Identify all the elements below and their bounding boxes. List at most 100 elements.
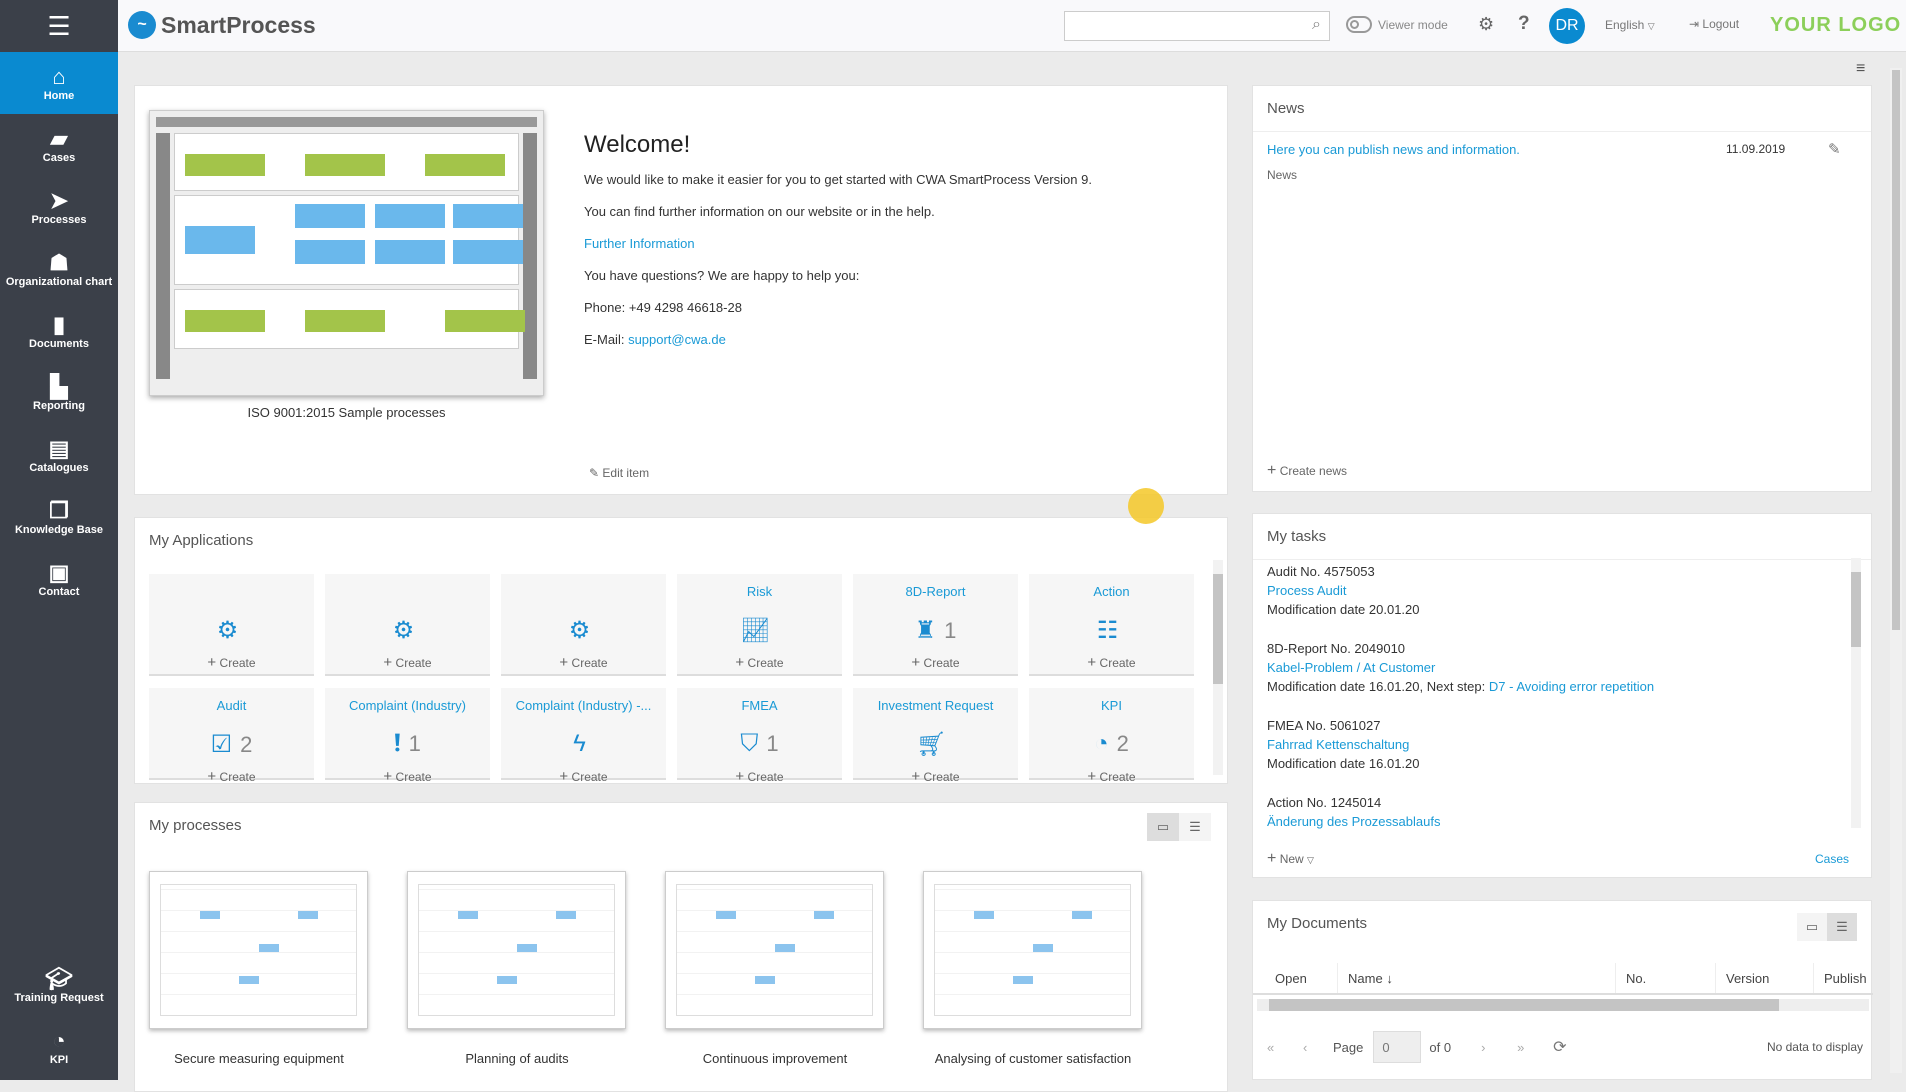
create-button[interactable]: + Create (677, 654, 842, 671)
app-tile[interactable]: Risk 📈︎ + Create (677, 574, 842, 676)
app-tile-title[interactable] (325, 584, 490, 604)
applications-scrollbar[interactable] (1213, 560, 1223, 775)
image-view-icon[interactable]: ▭ (1147, 813, 1179, 841)
news-item-link[interactable]: Here you can publish news and informatio… (1267, 142, 1520, 157)
task-link[interactable]: Änderung des Prozessablaufs (1267, 812, 1837, 831)
task-link[interactable]: Fahrrad Kettenschaltung (1267, 735, 1837, 754)
process-thumbnail[interactable] (665, 871, 884, 1029)
app-tile-count[interactable]: 2 (240, 732, 252, 757)
menu-icon[interactable]: ☰ (0, 0, 118, 52)
app-tile-title[interactable]: KPI (1029, 698, 1194, 718)
app-tile[interactable]: KPI ◔ 2 + Create (1029, 688, 1194, 783)
app-tile-title[interactable]: Complaint (Industry) -... (501, 698, 666, 718)
app-tile-count[interactable]: 1 (409, 731, 421, 756)
app-tile[interactable]: ⚙ + Create (325, 574, 490, 676)
app-tile-title[interactable] (501, 584, 666, 604)
sidebar-item-cases[interactable]: ▰ Cases (0, 114, 118, 176)
sidebar-item-processes[interactable]: ➤ Processes (0, 176, 118, 238)
sidebar-item-knowledge-base[interactable]: ❐ Knowledge Base (0, 486, 118, 548)
page-scrollbar[interactable] (1890, 68, 1902, 1073)
create-button[interactable]: + Create (501, 768, 666, 783)
app-tile-count[interactable]: 2 (1117, 731, 1129, 756)
task-link[interactable]: Kabel-Problem / At Customer (1267, 658, 1837, 677)
refresh-icon[interactable]: ⟳ (1553, 1037, 1566, 1057)
language-select[interactable]: English ▽ (1605, 18, 1655, 32)
further-information-link[interactable]: Further Information (584, 236, 695, 251)
next-step-link[interactable]: D7 - Avoiding error repetition (1489, 679, 1654, 694)
logout-button[interactable]: ⇥ Logout (1689, 17, 1739, 31)
sidebar-item-organizational-chart[interactable]: ☗ Organizational chart (0, 238, 118, 300)
search-input[interactable]: ⌕ (1064, 11, 1330, 41)
column-header-name[interactable]: Name ↓ (1338, 963, 1616, 993)
avatar[interactable]: DR (1549, 8, 1585, 44)
app-tile-title[interactable]: Investment Request (853, 698, 1018, 718)
create-button[interactable]: + Create (501, 654, 666, 671)
list-view-icon[interactable]: ☰ (1827, 913, 1857, 941)
app-tile-count[interactable]: 1 (766, 731, 778, 756)
process-caption[interactable]: Secure measuring equipment (129, 1051, 389, 1066)
help-icon[interactable]: ? (1518, 13, 1530, 35)
app-tile[interactable]: Investment Request 🛒︎ + Create (853, 688, 1018, 783)
app-tile-title[interactable]: Complaint (Industry) (325, 698, 490, 718)
sidebar-item-kpi[interactable]: ◔ KPI (0, 1016, 118, 1078)
sidebar-item-reporting[interactable]: ▙ Reporting (0, 362, 118, 424)
app-tile[interactable]: ⚙ + Create (501, 574, 666, 676)
sidebar-item-training-request[interactable]: 🎓︎ Training Request (0, 954, 118, 1016)
viewer-mode-toggle[interactable]: Viewer mode (1346, 16, 1448, 33)
app-tile[interactable]: Action ☷ + Create (1029, 574, 1194, 676)
page-input[interactable]: 0 (1373, 1031, 1422, 1063)
pencil-icon[interactable]: ✎ (1828, 140, 1841, 158)
process-thumbnail[interactable] (149, 871, 368, 1029)
process-thumbnail[interactable] (407, 871, 626, 1029)
cases-link[interactable]: Cases (1815, 852, 1849, 866)
app-tile-title[interactable]: FMEA (677, 698, 842, 718)
process-thumbnail[interactable] (923, 871, 1142, 1029)
create-news-button[interactable]: + Create news (1267, 462, 1347, 480)
app-logo[interactable]: ~ SmartProcess (128, 11, 316, 39)
app-tile[interactable]: ⚙ + Create (149, 574, 314, 676)
sidebar-item-home[interactable]: ⌂ Home (0, 52, 118, 114)
create-button[interactable]: + Create (677, 768, 842, 783)
app-tile[interactable]: Complaint (Industry) ❗︎ 1 + Create (325, 688, 490, 783)
process-caption[interactable]: Planning of audits (387, 1051, 647, 1066)
app-tile-title[interactable]: Audit (149, 698, 314, 718)
dashboard-menu-icon[interactable]: ≡ (1856, 60, 1865, 78)
sidebar-item-catalogues[interactable]: ▤ Catalogues (0, 424, 118, 486)
sidebar-item-documents[interactable]: ▮ Documents (0, 300, 118, 362)
column-header-no[interactable]: No. (1616, 963, 1716, 993)
create-button[interactable]: + Create (853, 654, 1018, 671)
app-tile-title[interactable]: Risk (677, 584, 842, 604)
create-button[interactable]: + Create (149, 768, 314, 783)
app-tile-count[interactable]: 1 (944, 618, 956, 643)
first-page-icon[interactable]: « (1267, 1040, 1303, 1055)
create-button[interactable]: + Create (853, 768, 1018, 783)
email-link[interactable]: support@cwa.de (628, 332, 726, 347)
sidebar-item-contact[interactable]: ▣ Contact (0, 548, 118, 610)
app-tile[interactable]: Audit ☑ 2 + Create (149, 688, 314, 783)
search-icon[interactable]: ⌕ (1312, 16, 1321, 34)
column-header-open[interactable]: Open (1253, 963, 1338, 993)
create-button[interactable]: + Create (1029, 654, 1194, 671)
horizontal-scrollbar[interactable] (1257, 999, 1869, 1011)
new-task-button[interactable]: + New ▽ (1267, 850, 1314, 868)
prev-page-icon[interactable]: ‹ (1303, 1040, 1333, 1055)
process-map-thumbnail[interactable] (149, 110, 544, 396)
column-header-version[interactable]: Version (1716, 963, 1814, 993)
create-button[interactable]: + Create (325, 654, 490, 671)
app-tile[interactable]: Complaint (Industry) -... ϟ + Create (501, 688, 666, 783)
app-tile-title[interactable]: 8D-Report (853, 584, 1018, 604)
app-tile-title[interactable]: Action (1029, 584, 1194, 604)
create-button[interactable]: + Create (149, 654, 314, 671)
process-caption[interactable]: Continuous improvement (645, 1051, 905, 1066)
next-page-icon[interactable]: › (1481, 1040, 1517, 1055)
create-button[interactable]: + Create (325, 768, 490, 783)
last-page-icon[interactable]: » (1517, 1040, 1553, 1055)
process-caption[interactable]: Analysing of customer satisfaction (903, 1051, 1163, 1066)
edit-item-button[interactable]: ✎ Edit item (589, 466, 649, 480)
app-tile-title[interactable] (149, 584, 314, 604)
image-view-icon[interactable]: ▭ (1797, 913, 1827, 941)
create-button[interactable]: + Create (1029, 768, 1194, 783)
column-header-publish[interactable]: Publish (1814, 963, 1867, 993)
tasks-scrollbar[interactable] (1851, 558, 1861, 828)
gear-icon[interactable]: ⚙ (1478, 14, 1494, 35)
